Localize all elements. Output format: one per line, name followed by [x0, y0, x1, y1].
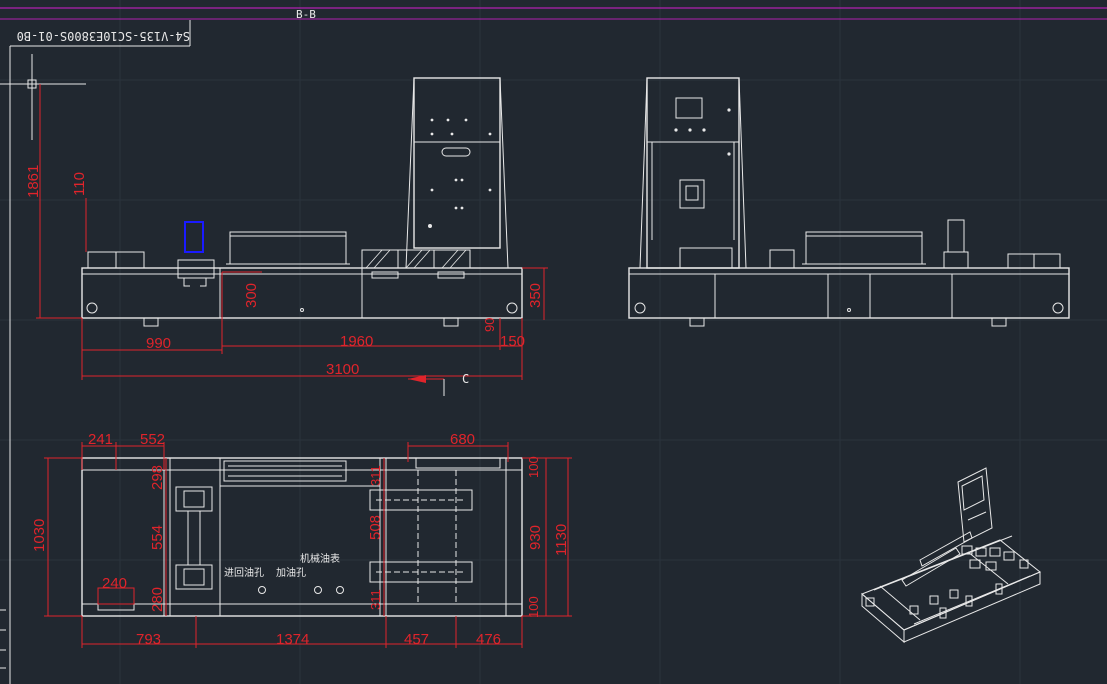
- dim-right-height: 350: [527, 283, 544, 308]
- dim-top-a: 241: [88, 431, 113, 448]
- note-oil-inlet: 进回油孔: [224, 566, 264, 579]
- isometric-view[interactable]: [861, 467, 1041, 644]
- dim-base-height: 300: [243, 283, 260, 308]
- drawing-number: S4-V135-SC10E3800S-01-B0: [17, 29, 190, 43]
- note-oil-fill: 加油孔: [276, 566, 306, 579]
- view-arrow-label: C: [462, 372, 469, 386]
- dim-left-total: 1030: [31, 519, 48, 552]
- dim-mid-slot: 554: [149, 525, 166, 550]
- dim-top-b: 552: [140, 431, 165, 448]
- dim-bottom-c: 457: [404, 631, 429, 648]
- side-view[interactable]: [628, 77, 1070, 327]
- dim-upper-slot: 298: [149, 465, 166, 490]
- dim-bottom-d: 476: [476, 631, 501, 648]
- front-view[interactable]: 1861 110 300 350 90 990 1960 150 3100 C: [25, 77, 548, 396]
- dim-total-height: 1861: [25, 165, 42, 198]
- selection-highlight[interactable]: [184, 221, 204, 253]
- dim-right-mid: 930: [527, 525, 544, 550]
- cad-drawing-canvas[interactable]: B-B S4-V135-SC10E3800S-01-B0 1861 110 30…: [0, 0, 1107, 684]
- dim-lower-slot: 280: [149, 587, 166, 612]
- dim-right-total: 1130: [553, 524, 570, 556]
- dim-left-span: 990: [146, 335, 171, 352]
- dim-bottom-a: 793: [136, 631, 161, 648]
- dim-right-bot: 100: [526, 596, 541, 618]
- dim-right-slot-top: 311: [368, 465, 383, 486]
- dim-top-offset: 110: [71, 172, 88, 196]
- crosshair-cursor-icon: [0, 54, 86, 140]
- dim-bottom-b: 1374: [276, 631, 309, 648]
- section-label: B-B: [296, 8, 316, 21]
- dim-right-slot-bot: 311: [368, 589, 383, 610]
- dim-bottom-tab: 240: [102, 575, 127, 592]
- dim-right-top: 100: [526, 456, 541, 478]
- dim-right-step: 150: [500, 333, 525, 350]
- dim-top-c: 680: [450, 431, 475, 448]
- note-oil-gauge: 机械油表: [300, 552, 340, 565]
- dim-right-slot-mid: 508: [367, 515, 384, 540]
- dim-total-width: 3100: [326, 361, 359, 378]
- dim-small-gap: 90: [482, 318, 497, 332]
- plan-view[interactable]: 进回油孔 加油孔 机械油表 241 552 680 1030 298 554 2…: [31, 431, 572, 648]
- dim-mid-span: 1960: [340, 333, 373, 350]
